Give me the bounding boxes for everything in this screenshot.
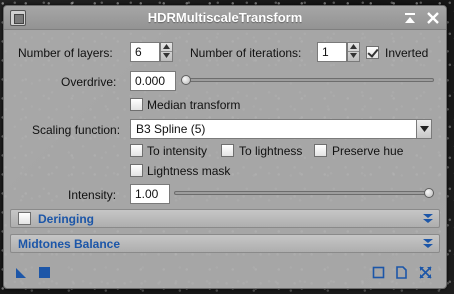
overdrive-slider-track[interactable] <box>182 78 434 82</box>
lightness-mask-checkbox[interactable] <box>130 164 143 177</box>
new-instance-icon[interactable] <box>15 266 28 279</box>
preserve-hue-label: Preserve hue <box>332 144 404 158</box>
num-iterations-spinner[interactable] <box>347 42 360 62</box>
to-lightness-checkbox[interactable] <box>221 144 234 157</box>
process-window: HDRMultiscaleTransform Number of layers:… <box>3 5 447 289</box>
inverted-checkbox[interactable] <box>366 46 379 59</box>
overdrive-label: Overdrive: <box>61 75 117 89</box>
lightness-mask-label: Lightness mask <box>147 164 231 178</box>
midtones-balance-section[interactable]: Midtones Balance <box>10 234 440 253</box>
reset-icon[interactable] <box>419 266 432 279</box>
deringing-checkbox[interactable] <box>18 212 31 225</box>
midtones-balance-title: Midtones Balance <box>18 237 121 251</box>
num-layers-label: Number of layers: <box>18 46 113 60</box>
apply-global-icon[interactable] <box>38 266 51 279</box>
num-layers-spinner[interactable] <box>160 42 173 62</box>
intensity-label: Intensity: <box>68 188 117 202</box>
to-lightness-label: To lightness <box>239 144 303 158</box>
expand-icon[interactable] <box>423 238 433 253</box>
dropdown-arrow-icon[interactable] <box>416 119 432 139</box>
intensity-slider-handle[interactable] <box>424 188 434 198</box>
num-iterations-label: Number of iterations: <box>190 46 302 60</box>
titlebar[interactable]: HDRMultiscaleTransform <box>4 6 446 30</box>
shade-icon[interactable] <box>402 10 418 26</box>
to-intensity-label: To intensity <box>147 144 208 158</box>
close-icon[interactable] <box>425 10 441 26</box>
spin-up-icon[interactable] <box>348 43 359 52</box>
median-transform-checkbox[interactable] <box>130 98 143 111</box>
overdrive-input[interactable]: 0.000 <box>130 71 176 91</box>
window-title: HDRMultiscaleTransform <box>147 10 303 25</box>
scaling-function-select[interactable]: B3 Spline (5) <box>130 119 417 139</box>
preserve-hue-checkbox[interactable] <box>314 144 327 157</box>
expand-icon[interactable] <box>423 213 433 228</box>
inverted-label: Inverted <box>385 46 429 60</box>
scaling-function-label: Scaling function: <box>32 123 121 137</box>
deringing-section[interactable]: Deringing <box>10 209 440 228</box>
median-transform-label: Median transform <box>147 98 241 112</box>
edit-instance-icon[interactable] <box>395 266 408 279</box>
deringing-title: Deringing <box>38 212 94 226</box>
overdrive-slider-handle[interactable] <box>181 75 191 85</box>
to-intensity-checkbox[interactable] <box>130 144 143 157</box>
spin-up-icon[interactable] <box>161 43 172 52</box>
intensity-input[interactable]: 1.00 <box>130 184 170 204</box>
spin-down-icon[interactable] <box>348 52 359 61</box>
num-layers-input[interactable]: 6 <box>130 42 160 62</box>
spin-down-icon[interactable] <box>161 52 172 61</box>
num-iterations-input[interactable]: 1 <box>317 42 347 62</box>
preview-icon[interactable] <box>372 266 385 279</box>
intensity-slider-track[interactable] <box>174 191 434 195</box>
